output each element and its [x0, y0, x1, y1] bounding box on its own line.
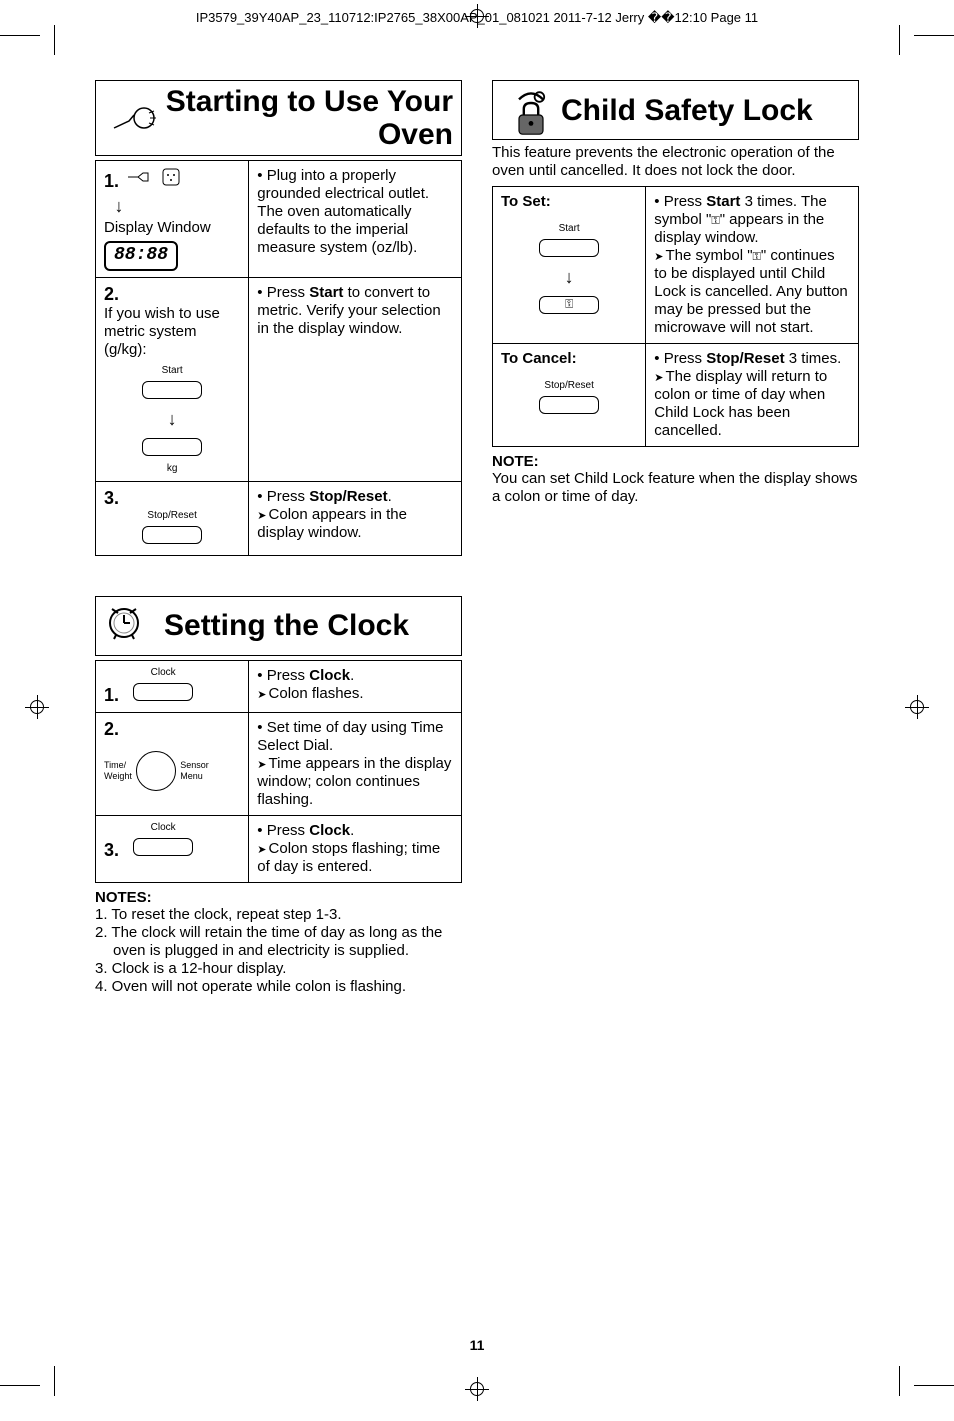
childlock-steps-table: To Set: Start ↓ ⚿ • Press Start 3 times.… [492, 186, 859, 447]
step-instruction: • Plug into a properly grounded electric… [249, 161, 461, 277]
section-starting-title-box: Starting to Use Your Oven [95, 80, 462, 156]
section-clock-title-box: Setting the Clock [95, 596, 462, 656]
oven-plug-icon [104, 93, 164, 143]
sensor-menu-label: SensorMenu [180, 760, 209, 782]
step-instruction: • Set time of day using Time Select Dial… [249, 713, 461, 815]
starting-steps-table: 1. ↓ Display Window 88:88 • Plug into a … [95, 160, 462, 556]
arrow-down-icon: ↓ [554, 268, 584, 286]
section-starting-title: Starting to Use Your Oven [164, 85, 453, 151]
list-item: 2. The clock will retain the time of day… [95, 924, 462, 960]
table-row: 2. Time/Weight SensorMenu • Set time of … [96, 713, 461, 816]
childlock-intro: This feature prevents the electronic ope… [492, 144, 859, 180]
arrow-down-icon: ↓ [157, 410, 187, 428]
note-heading: NOTE: [492, 453, 859, 470]
start-button-label: Start [501, 223, 637, 235]
start-button-label: Start [104, 365, 240, 377]
registration-mark-icon [465, 1377, 489, 1401]
stop-reset-button-icon [142, 526, 202, 544]
table-row: 3. Clock • Press Clock.Colon stops flash… [96, 816, 461, 882]
list-item: 1. To reset the clock, repeat step 1-3. [95, 906, 462, 924]
display-box-icon: ⚿ [539, 296, 599, 314]
list-item: 4. Oven will not operate while colon is … [95, 978, 462, 996]
alarm-clock-icon [104, 601, 164, 651]
step-condition-text: If you wish to use metric system (g/kg): [104, 305, 240, 359]
notes-heading: NOTES: [95, 889, 462, 906]
key-icon: ⚿ [565, 298, 573, 311]
table-row: To Set: Start ↓ ⚿ • Press Start 3 times.… [493, 187, 858, 344]
to-cancel-label: To Cancel: [501, 350, 577, 367]
step-number: 1. [104, 685, 119, 705]
clock-steps-table: 1. Clock • Press Clock.Colon flashes. 2.… [95, 660, 462, 884]
step-number: 3. [104, 840, 119, 860]
clock-button-label: Clock [133, 822, 193, 834]
crop-mark [899, 35, 954, 70]
note-text: You can set Child Lock feature when the … [492, 470, 859, 506]
step-instruction: • Press Stop/Reset 3 times.The display w… [646, 344, 858, 446]
table-row: 1. Clock • Press Clock.Colon flashes. [96, 661, 461, 714]
to-set-label: To Set: [501, 193, 551, 210]
table-row: 2. If you wish to use metric system (g/k… [96, 278, 461, 483]
clock-button-icon [133, 683, 193, 701]
clock-button-icon [133, 838, 193, 856]
registration-mark-icon [25, 695, 49, 719]
key-icon: ⚿ [711, 215, 719, 227]
notes-list: 1. To reset the clock, repeat step 1-3. … [95, 906, 462, 996]
kg-label: kg [104, 463, 240, 475]
registration-mark-icon [905, 695, 929, 719]
step-instruction: • Press Clock.Colon stops flashing; time… [249, 816, 461, 882]
step-instruction: • Press Start 3 times. The symbol "⚿" ap… [646, 187, 858, 343]
key-icon: ⚿ [753, 251, 761, 263]
registration-mark-icon [465, 4, 489, 28]
table-row: To Cancel: Stop/Reset • Press Stop/Reset… [493, 344, 858, 446]
stop-reset-button-label: Stop/Reset [501, 380, 637, 392]
list-item: 3. Clock is a 12-hour display. [95, 960, 462, 978]
display-box-icon [142, 438, 202, 456]
start-button-icon [142, 381, 202, 399]
crop-mark [0, 1351, 55, 1386]
display-value: 88:88 [104, 241, 178, 271]
display-window-label: Display Window [104, 219, 240, 237]
step-number: 1. [104, 171, 119, 191]
section-childlock-title: Child Safety Lock [561, 94, 850, 127]
step-instruction: • Press Start to convert to metric. Veri… [249, 278, 461, 482]
section-clock-title: Setting the Clock [164, 609, 453, 642]
time-weight-label: Time/Weight [104, 760, 132, 782]
page-number: 11 [0, 1337, 954, 1353]
step-number: 2. [104, 284, 119, 304]
plug-outlet-icon [123, 167, 183, 193]
step-number: 2. [104, 719, 119, 739]
step-number: 3. [104, 488, 119, 508]
step-instruction: • Press Stop/Reset.Colon appears in the … [249, 482, 461, 555]
step-instruction: • Press Clock.Colon flashes. [249, 661, 461, 713]
section-childlock-title-box: Child Safety Lock [492, 80, 859, 140]
crop-mark [0, 35, 55, 70]
stop-reset-button-label: Stop/Reset [104, 510, 240, 522]
table-row: 3. Stop/Reset • Press Stop/Reset.Colon a… [96, 482, 461, 555]
start-button-icon [539, 239, 599, 257]
clock-button-label: Clock [133, 667, 193, 679]
child-lock-icon [501, 85, 561, 135]
table-row: 1. ↓ Display Window 88:88 • Plug into a … [96, 161, 461, 278]
arrow-down-icon: ↓ [104, 197, 134, 215]
stop-reset-button-icon [539, 396, 599, 414]
dial-icon [136, 751, 176, 791]
crop-mark [899, 1351, 954, 1386]
